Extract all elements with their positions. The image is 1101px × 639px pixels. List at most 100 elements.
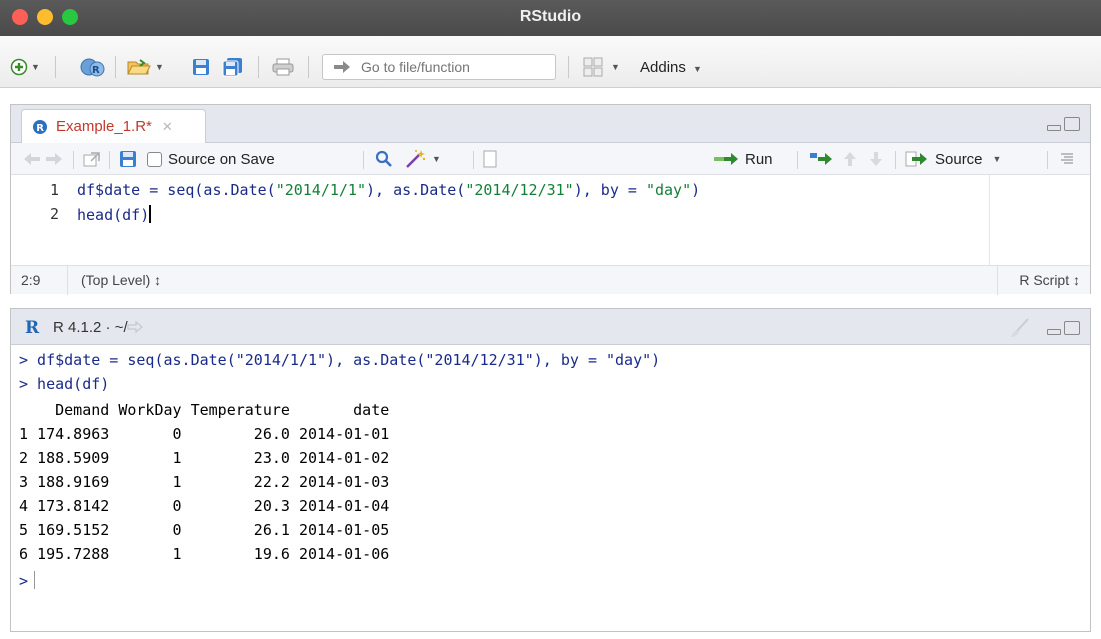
console-output[interactable]: > df$date = seq(as.Date("2014/1/1"), as.… <box>11 345 1090 631</box>
string-literal: "day" <box>645 181 692 199</box>
svg-text:R: R <box>36 123 44 134</box>
code-line: head(df) <box>77 205 152 224</box>
forward-button[interactable] <box>45 149 63 169</box>
toolbar-divider <box>109 151 110 169</box>
rerun-icon <box>810 153 832 165</box>
new-file-button[interactable]: ▼ <box>10 56 40 78</box>
cursor-position: 2:9 <box>21 272 41 288</box>
code-token: ) <box>691 181 701 199</box>
code-editor[interactable]: 1 2 df$date = seq(as.Date("2014/1/1"), a… <box>11 175 1090 265</box>
go-to-directory-icon[interactable] <box>127 321 143 333</box>
close-icon[interactable]: ✕ <box>162 119 173 135</box>
text-cursor <box>149 205 152 223</box>
arrow-left-icon <box>24 153 40 165</box>
chevron-down-icon: ▼ <box>611 62 620 72</box>
file-type-selector[interactable]: R Script ↕ <box>1019 272 1080 288</box>
go-to-next-section-button[interactable] <box>869 149 883 169</box>
toolbar-divider <box>568 56 569 78</box>
save-file-button[interactable] <box>119 149 137 169</box>
document-outline-button[interactable] <box>1059 149 1075 169</box>
new-file-icon <box>10 58 28 76</box>
status-divider <box>67 266 68 295</box>
chevron-down-icon: ▼ <box>155 62 164 72</box>
title-bar: RStudio <box>0 0 1101 36</box>
toolbar-divider <box>115 56 116 78</box>
source-tab-strip: R Example_1.R* ✕ <box>11 105 1090 143</box>
back-button[interactable] <box>23 149 41 169</box>
table-row: 1 174.8963 0 26.0 2014-01-01 <box>19 425 390 443</box>
line-number: 2 <box>49 205 59 223</box>
code-token: df$date = seq(as.Date( <box>77 181 276 199</box>
code-tools-button[interactable]: ▼ <box>405 149 441 169</box>
go-to-file-input[interactable] <box>361 59 531 75</box>
code-token: head(df) <box>77 206 150 224</box>
toolbar-divider <box>308 56 309 78</box>
text-cursor <box>34 571 36 589</box>
table-row: 5 169.5152 0 26.1 2014-01-05 <box>19 521 390 539</box>
rerun-button[interactable] <box>809 149 833 169</box>
toolbar-divider <box>363 151 364 169</box>
notebook-icon <box>483 150 497 168</box>
open-file-button[interactable]: ▼ <box>126 56 164 78</box>
arrow-right-icon <box>46 153 62 165</box>
toolbar-divider <box>473 151 474 169</box>
minimize-pane-button[interactable] <box>1047 125 1061 131</box>
chevron-down-icon: ▼ <box>693 64 702 74</box>
maximize-pane-button[interactable] <box>1064 321 1080 335</box>
source-button[interactable]: Source ▼ <box>905 149 1001 169</box>
table-row: 4 173.8142 0 20.3 2014-01-04 <box>19 497 390 515</box>
search-icon <box>375 150 392 167</box>
code-token: ), by = <box>573 181 646 199</box>
chevron-down-icon: ▼ <box>992 154 1002 164</box>
source-on-save-toggle[interactable]: Source on Save <box>147 149 275 169</box>
new-project-icon: R <box>80 58 105 77</box>
maximize-pane-button[interactable] <box>1064 117 1080 131</box>
toolbar-divider <box>73 151 74 169</box>
print-button[interactable] <box>272 56 294 78</box>
line-number-gutter: 1 2 <box>11 175 71 265</box>
compile-report-button[interactable] <box>483 149 497 169</box>
pane-window-controls <box>1047 117 1080 131</box>
minimize-pane-button[interactable] <box>1047 329 1061 335</box>
line-number: 1 <box>49 181 59 199</box>
source-on-save-checkbox[interactable] <box>147 151 162 167</box>
table-header: Demand WorkDay Temperature date <box>19 401 390 419</box>
pane-window-controls <box>1047 321 1080 335</box>
toolbar-divider <box>895 151 896 169</box>
go-to-previous-section-button[interactable] <box>843 149 857 169</box>
popout-icon <box>83 152 100 167</box>
chevron-down-icon: ▼ <box>432 154 441 164</box>
source-label: Source <box>935 150 983 168</box>
r-logo-icon: R <box>25 318 40 338</box>
svg-text:R: R <box>92 65 100 76</box>
arrow-up-icon <box>844 152 856 166</box>
console-prompt[interactable]: > <box>19 571 36 590</box>
find-button[interactable] <box>375 149 393 169</box>
save-all-icon <box>222 58 242 77</box>
tab-label: Example_1.R* <box>56 118 152 135</box>
print-icon <box>272 58 294 76</box>
show-in-window-button[interactable] <box>83 149 101 169</box>
save-all-button[interactable] <box>222 56 244 78</box>
scope-selector[interactable]: (Top Level) ↕ <box>81 272 161 288</box>
r-version-label: R 4.1.2 · ~/ <box>53 319 128 336</box>
run-button[interactable]: Run <box>713 149 773 169</box>
save-button[interactable] <box>192 56 210 78</box>
addins-label: Addins <box>640 59 686 76</box>
table-row: 3 188.9169 1 22.2 2014-01-03 <box>19 473 390 491</box>
string-literal: "2014/12/31" <box>465 181 574 199</box>
toolbar-divider <box>797 151 798 169</box>
console-pane: R R 4.1.2 · ~/ > df$date = seq(as.Date("… <box>10 308 1091 632</box>
run-arrow-icon <box>714 153 738 165</box>
go-to-file-box[interactable] <box>322 54 556 80</box>
editor-status-bar: 2:9 (Top Level) ↕ R Script ↕ <box>11 265 1090 295</box>
source-pane: R Example_1.R* ✕ Source on Save ▼ Run So… <box>10 104 1091 295</box>
addins-menu[interactable]: Addins ▼ <box>640 59 702 76</box>
toolbar-divider <box>1047 151 1048 169</box>
save-icon <box>120 151 136 167</box>
tab-example-1[interactable]: R Example_1.R* ✕ <box>21 109 206 143</box>
workspace-panes-button[interactable]: ▼ <box>583 56 620 78</box>
source-on-save-label: Source on Save <box>168 150 275 168</box>
clear-console-icon[interactable] <box>1008 317 1030 339</box>
new-project-button[interactable]: R <box>80 56 106 78</box>
